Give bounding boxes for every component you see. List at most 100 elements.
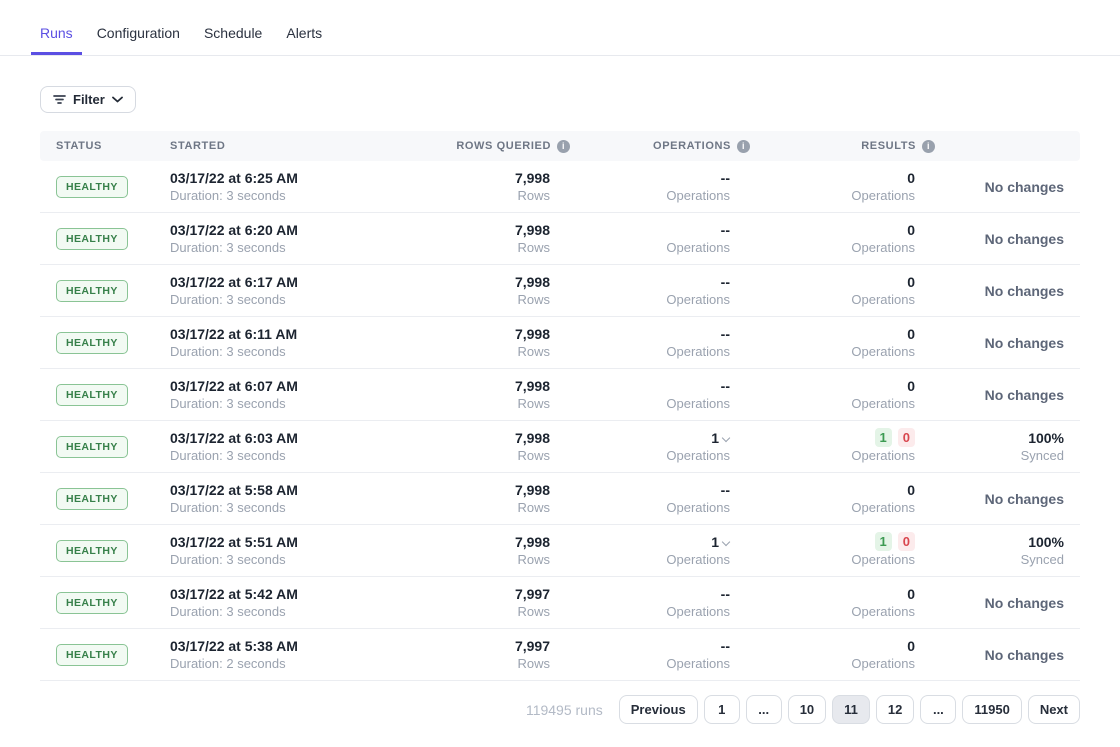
results-cell: 0Operations <box>750 585 935 621</box>
results-cell: 0Operations <box>750 637 935 673</box>
table-row[interactable]: HEALTHY 03/17/22 at 6:07 AMDuration: 3 se… <box>40 369 1080 421</box>
filter-button[interactable]: Filter <box>40 86 136 113</box>
started-cell: 03/17/22 at 6:07 AMDuration: 3 seconds <box>156 377 406 413</box>
table-row[interactable]: HEALTHY03/17/22 at 5:42 AMDuration: 3 se… <box>40 577 1080 629</box>
table-row[interactable]: HEALTHY03/17/22 at 5:38 AMDuration: 2 se… <box>40 629 1080 681</box>
operations-value: -- <box>570 637 730 655</box>
outcome-value: No changes <box>935 335 1064 351</box>
rows-queried-value: 7,998 <box>406 481 550 499</box>
tab-schedule[interactable]: Schedule <box>195 22 271 55</box>
page-button-12[interactable]: 12 <box>876 695 914 724</box>
table-row[interactable]: HEALTHY03/17/22 at 6:11 AMDuration: 3 se… <box>40 317 1080 369</box>
status-cell: HEALTHY <box>40 280 156 302</box>
rows-queried-value: 7,997 <box>406 585 550 603</box>
tab-configuration[interactable]: Configuration <box>88 22 189 55</box>
page-button-11950[interactable]: 11950 <box>962 695 1021 724</box>
page-button-1[interactable]: 1 <box>704 695 740 724</box>
results-value: 0 <box>750 637 915 655</box>
operations-cell: --Operations <box>570 637 750 673</box>
chevron-down-icon[interactable] <box>723 434 730 441</box>
tab-alerts[interactable]: Alerts <box>277 22 331 55</box>
started-cell: 03/17/22 at 6:25 AMDuration: 3 seconds <box>156 169 406 205</box>
run-duration: Duration: 3 seconds <box>170 395 406 413</box>
operations-cell[interactable]: 1Operations <box>570 429 750 465</box>
results-label: Operations <box>750 343 915 361</box>
rows-queried-cell: 7,998Rows <box>406 429 570 465</box>
rows-queried-label: Rows <box>406 499 550 517</box>
operations-value: -- <box>570 273 730 291</box>
results-cell: 0Operations <box>750 325 935 361</box>
table-row[interactable]: HEALTHY03/17/22 at 6:25 AMDuration: 3 se… <box>40 161 1080 213</box>
run-duration: Duration: 3 seconds <box>170 239 406 257</box>
operations-cell: --Operations <box>570 273 750 309</box>
operations-label: Operations <box>570 187 730 205</box>
results-label: Operations <box>750 395 915 413</box>
table-row[interactable]: HEALTHY 03/17/22 at 5:51 AMDuration: 3 se… <box>40 525 1080 577</box>
run-duration: Duration: 2 seconds <box>170 655 406 673</box>
ellipsis-button[interactable]: ... <box>746 695 782 724</box>
run-started-time: 03/17/22 at 5:51 AM <box>170 533 406 551</box>
results-cell: 10Operations <box>750 428 935 465</box>
rows-queried-cell: 7,998Rows <box>406 221 570 257</box>
run-duration: Duration: 3 seconds <box>170 603 406 621</box>
tab-bar: RunsConfigurationScheduleAlerts <box>0 0 1120 56</box>
results-value: 0 <box>750 325 915 343</box>
column-header-status: STATUS <box>40 140 156 152</box>
rows-queried-value: 7,998 <box>406 429 550 447</box>
rows-queried-label: Rows <box>406 343 550 361</box>
operations-cell: --Operations <box>570 585 750 621</box>
status-badge: HEALTHY <box>56 228 128 250</box>
operations-cell: --Operations <box>570 377 750 413</box>
next-button[interactable]: Next <box>1028 695 1080 724</box>
table-row[interactable]: HEALTHY03/17/22 at 6:17 AMDuration: 3 se… <box>40 265 1080 317</box>
operations-label: Operations <box>570 655 730 673</box>
status-cell: HEALTHY <box>40 592 156 614</box>
results-cell: 0Operations <box>750 481 935 517</box>
page-button-11[interactable]: 11 <box>832 695 870 724</box>
table-row[interactable]: HEALTHY03/17/22 at 6:20 AMDuration: 3 se… <box>40 213 1080 265</box>
filter-icon <box>53 94 66 105</box>
started-cell: 03/17/22 at 5:38 AMDuration: 2 seconds <box>156 637 406 673</box>
rows-queried-value: 7,998 <box>406 325 550 343</box>
results-label: Operations <box>750 551 915 569</box>
rows-queried-cell: 7,998Rows <box>406 377 570 413</box>
previous-button[interactable]: Previous <box>619 695 698 724</box>
operations-label: Operations <box>570 499 730 517</box>
info-icon[interactable]: i <box>922 140 935 153</box>
results-cell: 0Operations <box>750 221 935 257</box>
status-cell: HEALTHY <box>40 176 156 198</box>
table-body: HEALTHY03/17/22 at 6:25 AMDuration: 3 se… <box>40 161 1080 681</box>
chevron-down-icon[interactable] <box>723 538 730 545</box>
status-cell: HEALTHY <box>40 228 156 250</box>
started-cell: 03/17/22 at 5:51 AMDuration: 3 seconds <box>156 533 406 569</box>
page-button-10[interactable]: 10 <box>788 695 826 724</box>
rows-queried-label: Rows <box>406 239 550 257</box>
operations-label: Operations <box>570 395 730 413</box>
results-value: 0 <box>750 585 915 603</box>
outcome-value: 100% <box>935 429 1064 447</box>
operations-cell: --Operations <box>570 325 750 361</box>
ellipsis-button[interactable]: ... <box>920 695 956 724</box>
rows-queried-cell: 7,997Rows <box>406 585 570 621</box>
outcome-cell: No changes <box>935 335 1080 351</box>
info-icon[interactable]: i <box>737 140 750 153</box>
status-badge: HEALTHY <box>56 384 128 406</box>
page-buttons: Previous1...101112...11950Next <box>619 695 1080 724</box>
status-badge: HEALTHY <box>56 488 128 510</box>
status-badge: HEALTHY <box>56 540 128 562</box>
status-cell: HEALTHY <box>40 540 156 562</box>
info-icon[interactable]: i <box>557 140 570 153</box>
status-cell: HEALTHY <box>40 488 156 510</box>
outcome-value: No changes <box>935 387 1064 403</box>
table-row[interactable]: HEALTHY03/17/22 at 5:58 AMDuration: 3 se… <box>40 473 1080 525</box>
tab-runs[interactable]: Runs <box>31 22 82 55</box>
outcome-cell: No changes <box>935 595 1080 611</box>
rows-queried-label: Rows <box>406 655 550 673</box>
operations-value: -- <box>570 481 730 499</box>
table-row[interactable]: HEALTHY03/17/22 at 6:03 AMDuration: 3 se… <box>40 421 1080 473</box>
status-cell: HEALTHY <box>40 436 156 458</box>
rows-queried-value: 7,998 <box>406 169 550 187</box>
results-cell: 0Operations <box>750 273 935 309</box>
status-cell: HEALTHY <box>40 384 156 406</box>
operations-cell[interactable]: 1Operations <box>570 533 750 569</box>
